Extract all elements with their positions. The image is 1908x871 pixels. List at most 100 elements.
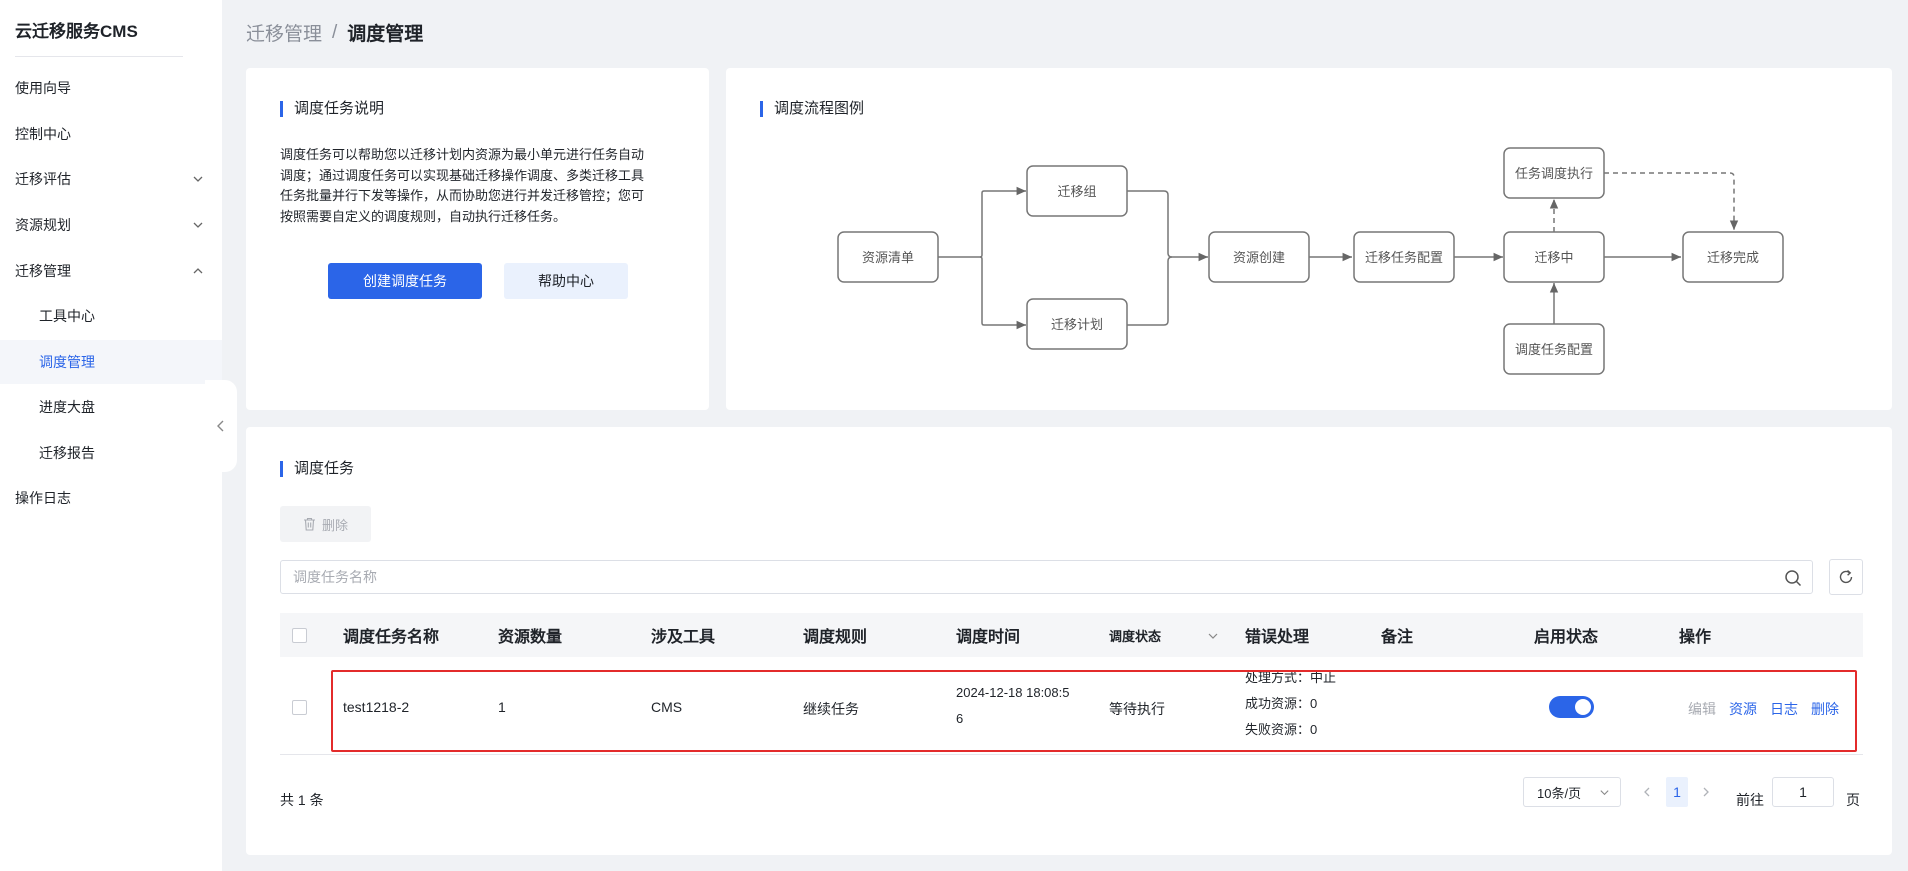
create-schedule-task-button[interactable]: 创建调度任务 bbox=[328, 263, 482, 299]
search-input[interactable] bbox=[281, 561, 1761, 593]
sidebar-item-planning[interactable]: 资源规划 bbox=[0, 203, 222, 247]
flow-node-migrating: 迁移中 bbox=[1503, 231, 1605, 283]
search-icon[interactable] bbox=[1784, 569, 1802, 587]
svg-text:任务调度执行: 任务调度执行 bbox=[1515, 166, 1593, 181]
flow-card: 调度流程图例 资源清单 迁移组 迁移计划 资源创建 迁移任务配置 迁移中 任务调… bbox=[726, 68, 1892, 410]
chevron-down-icon bbox=[193, 222, 203, 228]
total-count: 共 1 条 bbox=[280, 792, 324, 808]
breadcrumb: 迁移管理 / 调度管理 bbox=[246, 19, 423, 46]
intro-line: 按照需要自定义的调度规则，自动执行迁移任务。 bbox=[280, 208, 567, 224]
page-size-select[interactable]: 10条/页 bbox=[1523, 777, 1621, 807]
edit-link[interactable]: 编辑 bbox=[1688, 699, 1716, 719]
row-checkbox[interactable] bbox=[292, 700, 307, 715]
svg-text:迁移组: 迁移组 bbox=[1057, 184, 1096, 199]
tool: CMS bbox=[651, 699, 683, 715]
chevron-left-icon bbox=[1644, 787, 1650, 797]
column-header-name: 调度任务名称 bbox=[343, 629, 440, 646]
breadcrumb-parent[interactable]: 迁移管理 bbox=[246, 19, 322, 46]
column-header-status: 调度状态 bbox=[1109, 628, 1162, 644]
status-filter-chevron-icon[interactable] bbox=[1207, 630, 1219, 642]
chevron-up-icon bbox=[193, 268, 203, 274]
chevron-down-icon bbox=[193, 176, 203, 182]
sidebar-item-migration-mgmt[interactable]: 迁移管理 bbox=[0, 249, 222, 293]
column-header-tool: 涉及工具 bbox=[651, 629, 716, 646]
sidebar-item-control-center[interactable]: 控制中心 bbox=[0, 112, 222, 156]
goto-label: 前往 bbox=[1736, 792, 1764, 808]
flow-node-done: 迁移完成 bbox=[1682, 231, 1784, 283]
resource-count: 1 bbox=[498, 699, 506, 715]
search-box bbox=[280, 560, 1813, 594]
column-header-actions: 操作 bbox=[1679, 629, 1712, 646]
intro-title: 调度任务说明 bbox=[280, 101, 384, 117]
sidebar-item-dashboard[interactable]: 进度大盘 bbox=[0, 385, 222, 429]
delete-link[interactable]: 删除 bbox=[1811, 699, 1839, 719]
sidebar: 云迁移服务CMS 使用向导 控制中心 迁移评估 资源规划 迁移管理 工具中心 调… bbox=[0, 0, 222, 871]
flow-node-schedule-config: 调度任务配置 bbox=[1503, 323, 1605, 375]
flow-diagram: 资源清单 迁移组 迁移计划 资源创建 迁移任务配置 迁移中 任务调度执行 调度任… bbox=[837, 147, 1784, 375]
trash-icon bbox=[303, 517, 315, 531]
sidebar-item-assessment[interactable]: 迁移评估 bbox=[0, 157, 222, 201]
page-suffix: 页 bbox=[1846, 792, 1860, 808]
flow-node-plan: 迁移计划 bbox=[1026, 298, 1128, 350]
column-header-time: 调度时间 bbox=[956, 629, 1021, 646]
goto-page-input[interactable]: 1 bbox=[1772, 777, 1834, 807]
sidebar-item-tool-center[interactable]: 工具中心 bbox=[0, 294, 222, 338]
breadcrumb-separator: / bbox=[332, 21, 338, 43]
intro-line: 调度；通过调度任务可以实现基础迁移操作调度、多类迁移工具 bbox=[280, 167, 645, 183]
next-page-button[interactable] bbox=[1696, 782, 1716, 802]
enabled-toggle[interactable] bbox=[1549, 696, 1594, 718]
chevron-down-icon bbox=[1600, 790, 1609, 796]
schedule-status: 等待执行 bbox=[1109, 701, 1165, 717]
chevron-left-icon bbox=[217, 420, 224, 432]
intro-line: 任务批量并行下发等操作，从而协助您进行并发迁移管控；您可 bbox=[280, 188, 645, 203]
column-header-enabled: 启用状态 bbox=[1534, 629, 1599, 646]
sidebar-item-operation-log[interactable]: 操作日志 bbox=[0, 476, 222, 520]
schedule-time-line: 6 bbox=[956, 711, 964, 726]
svg-text:资源清单: 资源清单 bbox=[862, 250, 914, 265]
page-number-current[interactable]: 1 bbox=[1666, 777, 1688, 807]
log-link[interactable]: 日志 bbox=[1770, 699, 1798, 719]
success-count: 成功资源：0 bbox=[1245, 696, 1318, 711]
error-mode: 处理方式：中止 bbox=[1245, 670, 1337, 685]
resource-link[interactable]: 资源 bbox=[1729, 699, 1757, 719]
sidebar-item-report[interactable]: 迁移报告 bbox=[0, 431, 222, 475]
sidebar-item-scheduling[interactable]: 调度管理 bbox=[0, 340, 222, 384]
select-all-checkbox[interactable] bbox=[292, 628, 307, 643]
refresh-button[interactable] bbox=[1829, 559, 1863, 595]
page-size-value: 10条/页 bbox=[1537, 785, 1582, 801]
flow-node-task-config: 迁移任务配置 bbox=[1353, 231, 1455, 283]
intro-card: 调度任务说明 调度任务可以帮助您以迁移计划内资源为最小单元进行任务自动 调度；通… bbox=[246, 68, 709, 410]
help-center-button[interactable]: 帮助中心 bbox=[504, 263, 628, 299]
table-header: 调度任务名称 资源数量 涉及工具 调度规则 调度时间 调度状态 错误处理 备注 … bbox=[280, 613, 1863, 657]
svg-text:资源创建: 资源创建 bbox=[1233, 250, 1285, 265]
svg-text:迁移计划: 迁移计划 bbox=[1051, 317, 1103, 332]
app-title: 云迁移服务CMS bbox=[15, 22, 138, 41]
flow-node-group: 迁移组 bbox=[1026, 165, 1128, 217]
column-header-resource-count: 资源数量 bbox=[498, 629, 563, 646]
column-header-remark: 备注 bbox=[1381, 629, 1414, 646]
tasks-title: 调度任务 bbox=[280, 461, 354, 477]
svg-text:迁移任务配置: 迁移任务配置 bbox=[1365, 250, 1443, 265]
intro-description: 调度任务可以帮助您以迁移计划内资源为最小单元进行任务自动 调度；通过调度任务可以… bbox=[280, 145, 690, 227]
intro-line: 调度任务可以帮助您以迁移计划内资源为最小单元进行任务自动 bbox=[280, 147, 645, 162]
failed-count: 失败资源：0 bbox=[1245, 722, 1318, 737]
svg-text:调度任务配置: 调度任务配置 bbox=[1515, 342, 1593, 357]
batch-delete-button[interactable]: 删除 bbox=[280, 506, 371, 542]
schedule-time: 2024-12-18 18:08:5 6 bbox=[956, 680, 1069, 732]
sidebar-item-guide[interactable]: 使用向导 bbox=[0, 66, 222, 110]
svg-text:迁移中: 迁移中 bbox=[1534, 250, 1573, 265]
sidebar-collapse-button[interactable] bbox=[205, 380, 237, 472]
batch-delete-label: 删除 bbox=[321, 517, 348, 533]
page-title: 调度管理 bbox=[347, 24, 424, 45]
chevron-right-icon bbox=[1703, 787, 1709, 797]
svg-text:迁移完成: 迁移完成 bbox=[1707, 250, 1759, 265]
column-header-error-handling: 错误处理 bbox=[1245, 629, 1310, 646]
divider bbox=[15, 56, 183, 57]
error-handling: 处理方式：中止 成功资源：0 失败资源：0 bbox=[1245, 665, 1336, 743]
prev-page-button[interactable] bbox=[1637, 782, 1657, 802]
flow-node-resource-create: 资源创建 bbox=[1208, 231, 1310, 283]
flow-node-schedule-exec: 任务调度执行 bbox=[1503, 147, 1605, 199]
schedule-time-line: 2024-12-18 18:08:5 bbox=[956, 685, 1070, 700]
tasks-card: 调度任务 删除 调度任务名称 资源数量 涉及工具 调度规则 调度时间 调度状态 … bbox=[246, 427, 1892, 855]
task-name: test1218-2 bbox=[343, 699, 410, 715]
